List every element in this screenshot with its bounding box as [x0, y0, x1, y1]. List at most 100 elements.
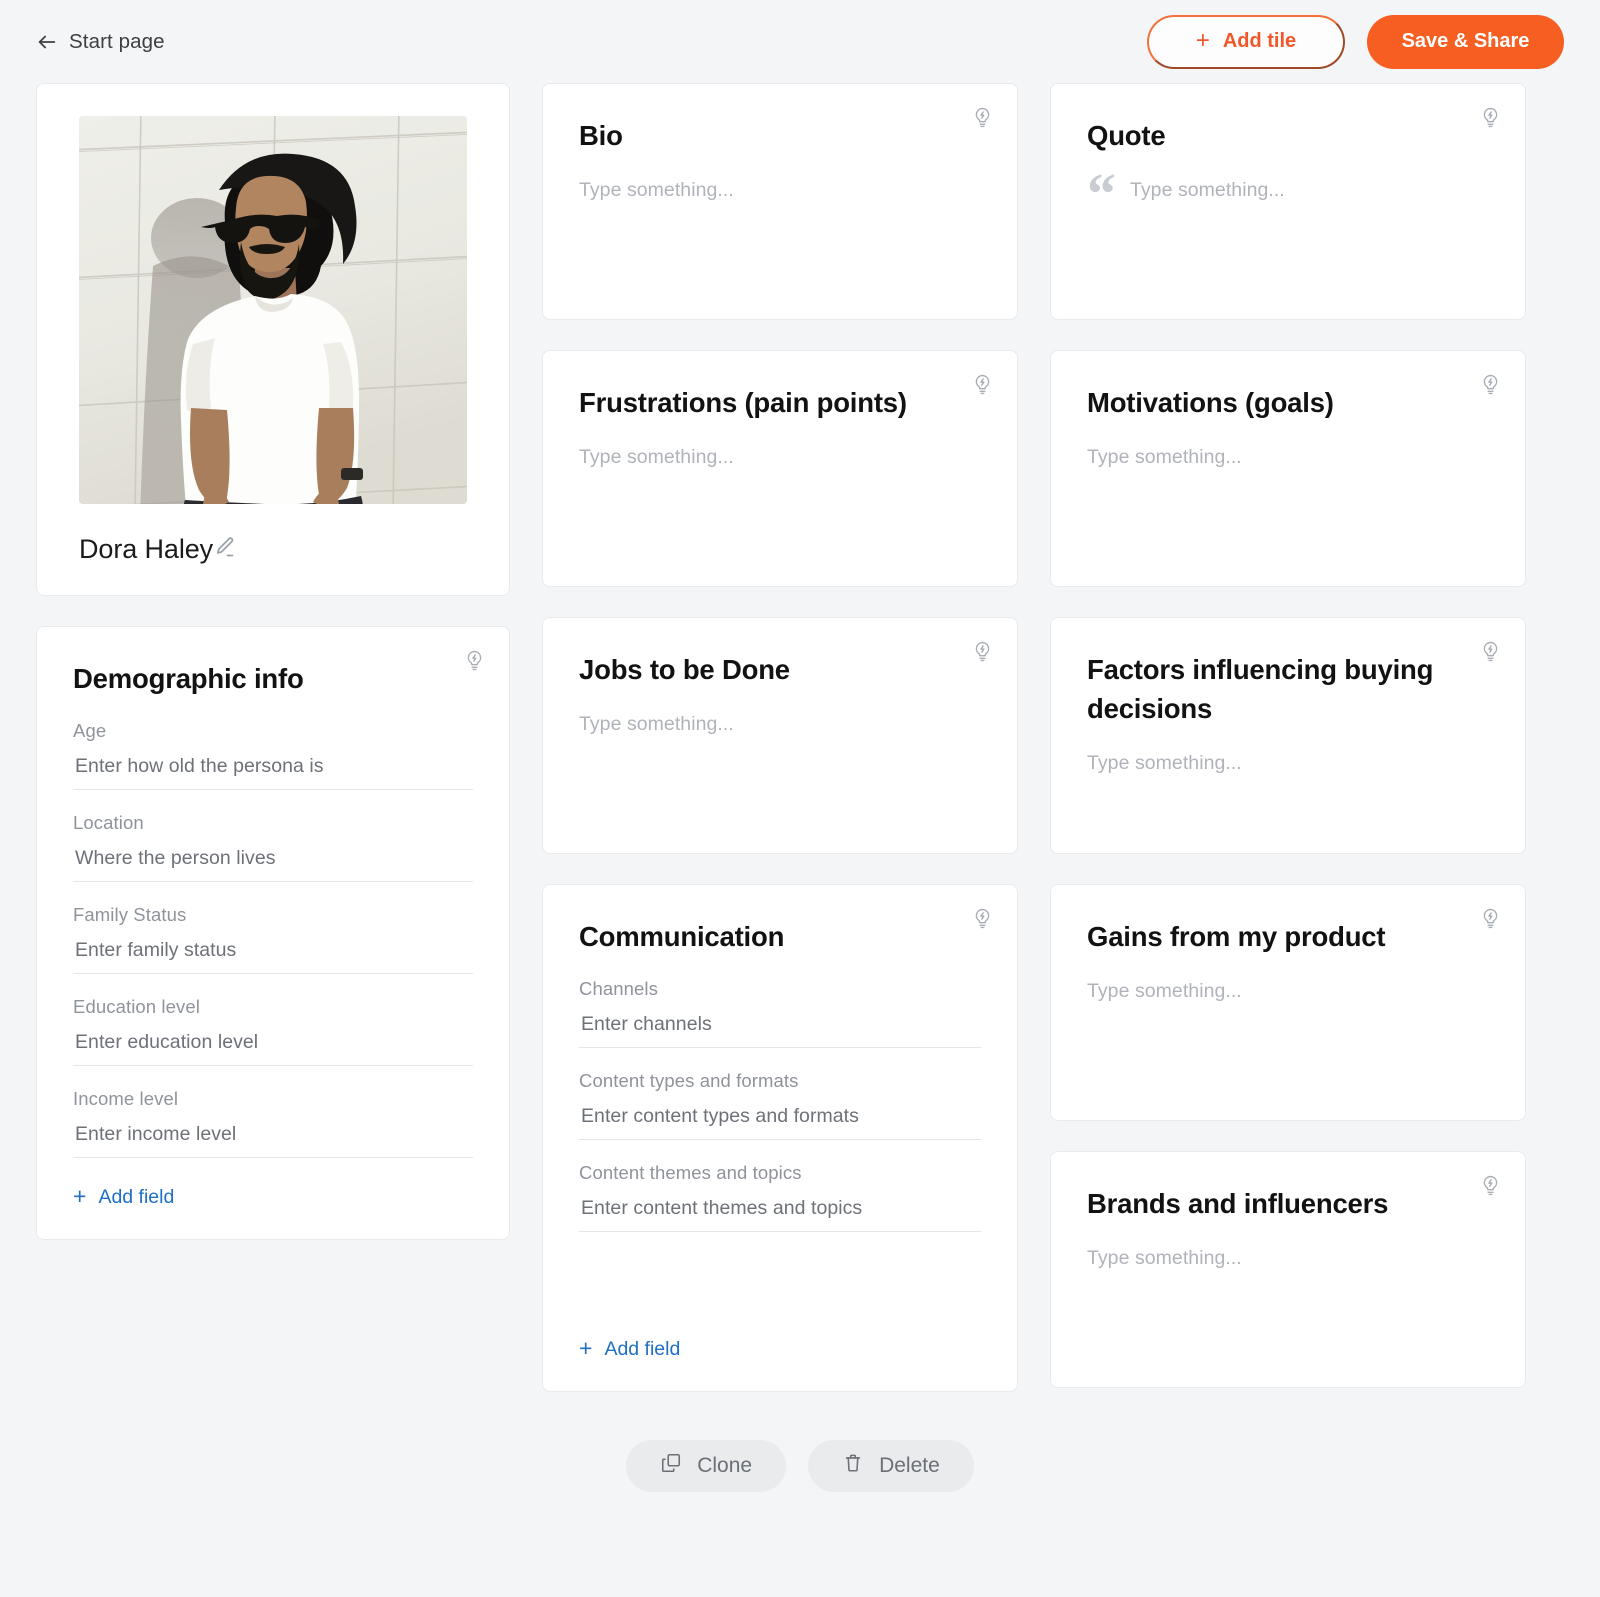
quote-input[interactable]: “ Type something...: [1087, 173, 1489, 215]
content-types-and-formats-input[interactable]: Enter content types and formats: [579, 1105, 981, 1140]
gains-placeholder: Type something...: [1087, 980, 1489, 1003]
board-column-middle: Bio Type something... Frustrations (pain…: [542, 83, 1018, 1392]
field-location: Location Where the person lives: [73, 812, 473, 882]
field-placeholder: Enter content types and formats: [581, 1105, 859, 1127]
field-label: Income level: [73, 1088, 473, 1110]
quote-placeholder: Type something...: [1130, 179, 1285, 202]
field-placeholder: Enter income level: [75, 1123, 236, 1145]
save-and-share-button[interactable]: Save & Share: [1367, 15, 1564, 69]
quote-tile: Quote “ Type something...: [1050, 83, 1526, 320]
field-age: Age Enter how old the persona is: [73, 720, 473, 790]
field-content-types-and-formats: Content types and formats Enter content …: [579, 1070, 981, 1140]
field-family-status: Family Status Enter family status: [73, 904, 473, 974]
board-column-left: Dora Haley Demographic info: [36, 83, 510, 1240]
add-tile-button[interactable]: + Add tile: [1147, 15, 1345, 69]
frustrations-placeholder: Type something...: [579, 446, 981, 469]
persona-board: Dora Haley Demographic info: [0, 83, 1600, 1392]
communication-title: Communication: [579, 917, 981, 956]
communication-spacer: [579, 1232, 981, 1310]
top-bar: Start page + Add tile Save & Share: [0, 0, 1600, 83]
factors-placeholder: Type something...: [1087, 752, 1489, 775]
quote-mark-icon: “: [1087, 173, 1116, 215]
jobs-to-be-done-placeholder: Type something...: [579, 713, 981, 736]
field-label: Content types and formats: [579, 1070, 981, 1092]
brands-and-influencers-input[interactable]: Type something...: [1087, 1247, 1489, 1270]
content-themes-and-topics-input[interactable]: Enter content themes and topics: [579, 1197, 981, 1232]
copy-icon: [660, 1452, 682, 1480]
education-level-input[interactable]: Enter education level: [73, 1031, 473, 1066]
board-column-right: Quote “ Type something... Motivations (g…: [1050, 83, 1526, 1388]
add-field-label: Add field: [604, 1338, 680, 1361]
gains-from-my-product-tile: Gains from my product Type something...: [1050, 884, 1526, 1121]
add-tile-label: Add tile: [1223, 30, 1296, 53]
field-placeholder: Enter education level: [75, 1031, 258, 1053]
channels-input[interactable]: Enter channels: [579, 1013, 981, 1048]
demographic-info-title: Demographic info: [73, 659, 473, 698]
quote-title: Quote: [1087, 116, 1489, 155]
delete-button[interactable]: Delete: [808, 1440, 974, 1492]
plus-icon: +: [73, 1185, 86, 1208]
brands-placeholder: Type something...: [1087, 1247, 1489, 1270]
field-education-level: Education level Enter education level: [73, 996, 473, 1066]
field-label: Age: [73, 720, 473, 742]
add-field-button-communication[interactable]: + Add field: [579, 1338, 981, 1361]
field-placeholder: Enter channels: [581, 1013, 712, 1035]
clone-button[interactable]: Clone: [626, 1440, 786, 1492]
factors-influencing-buying-decisions-title: Factors influencing buying decisions: [1087, 650, 1489, 728]
frustrations-tile: Frustrations (pain points) Type somethin…: [542, 350, 1018, 587]
family-status-input[interactable]: Enter family status: [73, 939, 473, 974]
jobs-to-be-done-input[interactable]: Type something...: [579, 713, 981, 736]
persona-photo-tile: Dora Haley: [36, 83, 510, 596]
motivations-tile: Motivations (goals) Type something...: [1050, 350, 1526, 587]
persona-name-row: Dora Haley: [79, 534, 473, 565]
persona-photo-image: [79, 116, 467, 504]
field-placeholder: Enter how old the persona is: [75, 755, 324, 777]
jobs-to-be-done-tile: Jobs to be Done Type something...: [542, 617, 1018, 854]
motivations-placeholder: Type something...: [1087, 446, 1489, 469]
back-to-start-page-label: Start page: [69, 30, 165, 54]
demographic-info-tile: Demographic info Age Enter how old the p…: [36, 626, 510, 1240]
add-field-label: Add field: [98, 1186, 174, 1209]
brands-and-influencers-tile: Brands and influencers Type something...: [1050, 1151, 1526, 1388]
delete-label: Delete: [879, 1454, 940, 1478]
income-level-input[interactable]: Enter income level: [73, 1123, 473, 1158]
age-input[interactable]: Enter how old the persona is: [73, 755, 473, 790]
field-content-themes-and-topics: Content themes and topics Enter content …: [579, 1162, 981, 1232]
jobs-to-be-done-title: Jobs to be Done: [579, 650, 981, 689]
add-field-button-demographic[interactable]: + Add field: [73, 1186, 473, 1209]
top-bar-actions: + Add tile Save & Share: [1147, 15, 1564, 69]
arrow-left-icon: [36, 31, 58, 53]
bio-placeholder: Type something...: [579, 179, 981, 202]
field-income-level: Income level Enter income level: [73, 1088, 473, 1158]
pencil-icon[interactable]: [213, 535, 237, 564]
field-placeholder: Enter content themes and topics: [581, 1197, 862, 1219]
back-to-start-page-button[interactable]: Start page: [36, 30, 165, 54]
bio-tile: Bio Type something...: [542, 83, 1018, 320]
factors-influencing-buying-decisions-input[interactable]: Type something...: [1087, 752, 1489, 775]
save-and-share-label: Save & Share: [1402, 30, 1530, 53]
communication-tile: Communication Channels Enter channels Co…: [542, 884, 1018, 1392]
factors-influencing-buying-decisions-tile: Factors influencing buying decisions Typ…: [1050, 617, 1526, 854]
field-placeholder: Enter family status: [75, 939, 236, 961]
persona-name: Dora Haley: [79, 534, 213, 565]
bio-input[interactable]: Type something...: [579, 179, 981, 202]
field-channels: Channels Enter channels: [579, 978, 981, 1048]
location-input[interactable]: Where the person lives: [73, 847, 473, 882]
plus-icon: +: [579, 1337, 592, 1360]
field-label: Family Status: [73, 904, 473, 926]
trash-icon: [842, 1452, 864, 1480]
field-label: Education level: [73, 996, 473, 1018]
brands-and-influencers-title: Brands and influencers: [1087, 1184, 1489, 1223]
frustrations-title: Frustrations (pain points): [579, 383, 981, 422]
gains-from-my-product-title: Gains from my product: [1087, 917, 1489, 956]
bottom-action-bar: Clone Delete: [0, 1440, 1600, 1492]
plus-icon: +: [1196, 29, 1210, 53]
field-label: Channels: [579, 978, 981, 1000]
motivations-input[interactable]: Type something...: [1087, 446, 1489, 469]
field-placeholder: Where the person lives: [75, 847, 276, 869]
motivations-title: Motivations (goals): [1087, 383, 1489, 422]
persona-photo[interactable]: [79, 116, 467, 504]
gains-from-my-product-input[interactable]: Type something...: [1087, 980, 1489, 1003]
frustrations-input[interactable]: Type something...: [579, 446, 981, 469]
bio-title: Bio: [579, 116, 981, 155]
